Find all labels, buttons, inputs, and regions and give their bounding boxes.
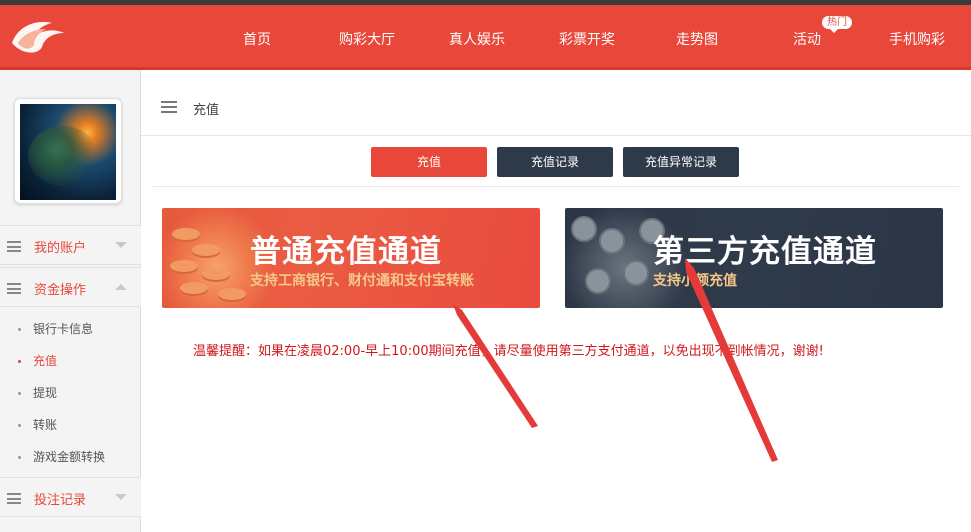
warm-reminder-notice: 温馨提醒：如果在凌晨02:00-早上10:00期间充值，请尽量使用第三方支付通道… — [193, 344, 824, 359]
bullet-icon — [18, 328, 21, 331]
sidebar-section-fund-operations[interactable]: 资金操作 — [0, 267, 141, 307]
brand-logo[interactable] — [8, 15, 108, 59]
sidebar-section-label: 资金操作 — [34, 283, 87, 298]
sidebar-item-game-balance-convert[interactable]: 游戏金额转换 — [18, 448, 105, 465]
tab-deposit-exception-records[interactable]: 充值异常记录 — [623, 147, 739, 177]
header: 首页 购彩大厅 真人娱乐 彩票开奖 走势图 活动 手机购彩 热门 — [0, 5, 971, 70]
nav-lottery-hall[interactable]: 购彩大厅 — [339, 29, 395, 49]
nav-live-casino[interactable]: 真人娱乐 — [449, 29, 505, 49]
avatar-frame — [14, 98, 122, 204]
chevron-down-icon — [115, 494, 127, 500]
bullet-icon — [18, 424, 21, 427]
bullet-icon — [18, 392, 21, 395]
sidebar-item-bank-card-info[interactable]: 银行卡信息 — [18, 320, 93, 337]
nav-lottery-results[interactable]: 彩票开奖 — [559, 29, 615, 49]
hot-badge: 热门 — [822, 16, 852, 33]
chevron-down-icon — [115, 242, 127, 248]
menu-icon — [7, 283, 21, 294]
nav-mobile-lottery[interactable]: 手机购彩 — [889, 29, 945, 49]
channel-title: 普通充值通道 — [250, 234, 442, 270]
sidebar-item-label: 提现 — [33, 386, 58, 400]
channel-title: 第三方充值通道 — [653, 234, 877, 270]
breadcrumb: 充值 — [141, 70, 971, 136]
menu-icon — [7, 493, 21, 504]
menu-icon[interactable] — [161, 101, 177, 113]
divider — [153, 186, 959, 187]
menu-icon — [7, 241, 21, 252]
normal-deposit-channel-button[interactable]: 普通充值通道 支持工商银行、财付通和支付宝转账 — [162, 208, 540, 308]
sidebar-item-deposit[interactable]: 充值 — [18, 352, 57, 369]
bullet-icon — [18, 456, 21, 459]
tab-deposit[interactable]: 充值 — [371, 147, 487, 177]
main-content: 充值 充值 充值记录 充值异常记录 普通充值通道 支持工商银行、财付通和支付宝转… — [141, 70, 971, 532]
chevron-up-icon — [115, 284, 127, 290]
sidebar-item-withdraw[interactable]: 提现 — [18, 384, 57, 401]
sidebar-section-label: 我的账户 — [34, 241, 87, 256]
sidebar-item-label: 转账 — [33, 418, 58, 432]
tab-deposit-records[interactable]: 充值记录 — [497, 147, 613, 177]
logo-flame-icon — [12, 21, 64, 53]
bullet-icon — [18, 360, 21, 363]
nav-trend-chart[interactable]: 走势图 — [676, 29, 718, 49]
avatar[interactable] — [20, 104, 116, 200]
sidebar-section-bet-records[interactable]: 投注记录 — [0, 477, 141, 517]
sidebar-section-my-account[interactable]: 我的账户 — [0, 225, 141, 265]
channel-subtitle: 支持小额充值 — [653, 273, 737, 289]
sidebar-item-label: 充值 — [33, 354, 58, 368]
sidebar-item-label: 银行卡信息 — [33, 322, 94, 336]
nav-home[interactable]: 首页 — [243, 29, 271, 49]
third-party-deposit-channel-button[interactable]: 第三方充值通道 支持小额充值 — [565, 208, 943, 308]
nav-activities[interactable]: 活动 — [793, 29, 821, 49]
page-title: 充值 — [193, 103, 220, 118]
sidebar: 我的账户 资金操作 银行卡信息 充值 提现 转账 游戏金额转换 投注记录 — [0, 70, 141, 532]
channel-subtitle: 支持工商银行、财付通和支付宝转账 — [250, 273, 474, 289]
sidebar-section-label: 投注记录 — [34, 493, 87, 508]
sidebar-item-label: 游戏金额转换 — [33, 450, 106, 464]
sidebar-item-transfer[interactable]: 转账 — [18, 416, 57, 433]
